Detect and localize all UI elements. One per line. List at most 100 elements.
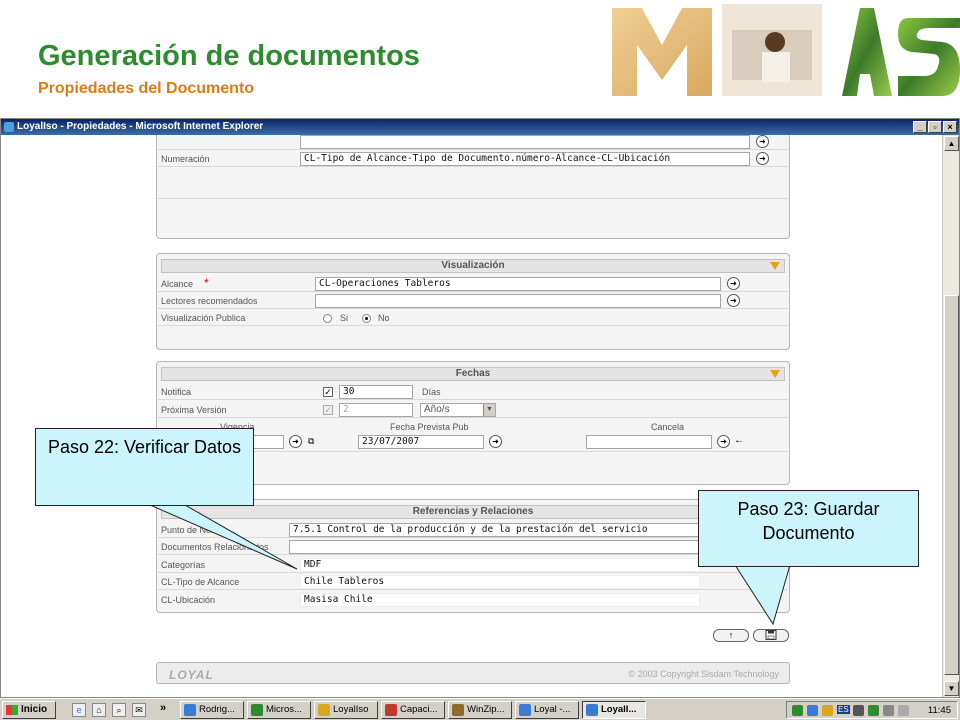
alcance-label: Alcance (161, 279, 194, 289)
notifica-days-field[interactable]: 30 (339, 385, 413, 399)
scroll-down-icon[interactable]: ▼ (944, 681, 959, 696)
outlook-quicklaunch-icon[interactable]: ✉ (132, 703, 146, 717)
task-icon (452, 704, 464, 716)
chevron-more-icon[interactable]: » (160, 702, 166, 714)
collapse-icon[interactable] (770, 262, 780, 270)
lectores-arrow-button[interactable]: ➜ (727, 294, 740, 307)
ie-icon (4, 122, 14, 132)
task-icon (318, 704, 330, 716)
prevista-arrow-button[interactable]: ➜ (489, 435, 502, 448)
numeracion-field[interactable]: CL-Tipo de Alcance-Tipo de Documento.núm… (300, 152, 750, 166)
collapse-icon[interactable] (770, 370, 780, 378)
lectores-field[interactable] (315, 294, 721, 308)
explorer-quicklaunch-icon[interactable]: ⌂ (92, 703, 106, 717)
notifica-checkbox[interactable]: ✓ (323, 387, 333, 397)
vertical-scrollbar[interactable]: ▲ ▼ (942, 135, 959, 697)
referencias-header[interactable]: Referencias y Relaciones (161, 505, 785, 519)
proxima-unit-select[interactable]: Año/s ▼ (420, 403, 496, 417)
ie-quicklaunch-icon[interactable]: e (72, 703, 86, 717)
prevista-field[interactable]: 23/07/2007 (358, 435, 484, 449)
proxima-checkbox[interactable]: ✓ (323, 405, 333, 415)
network-icon[interactable] (792, 705, 803, 716)
prev-field[interactable] (300, 135, 750, 149)
window-titlebar[interactable]: LoyalIso - Propiedades - Microsoft Inter… (1, 119, 959, 135)
cancela-arrow-button[interactable]: ➜ (717, 435, 730, 448)
tools-icon[interactable] (868, 705, 879, 716)
messenger-icon[interactable] (807, 705, 818, 716)
fechas-title: Fechas (455, 368, 491, 379)
row-tipo-alcance: CL-Tipo de Alcance Chile Tableros (158, 574, 788, 590)
row-proxima: Próxima Versión ✓ 2 Año/s ▼ (158, 402, 788, 418)
alcance-arrow-button[interactable]: ➜ (727, 277, 740, 290)
slide-subtitle: Propiedades del Documento (38, 80, 255, 97)
publica-label: Visualización Publica (161, 313, 246, 323)
windows-flag-icon (6, 705, 18, 715)
calendar-icon[interactable]: ⧉ (308, 436, 314, 447)
alcance-field[interactable]: CL-Operaciones Tableros (315, 277, 721, 291)
chevron-down-icon[interactable]: ▼ (483, 404, 495, 416)
taskbar: Inicio e ⌂ ⌕ ✉ » Rodrig... Micros... Loy… (0, 698, 960, 720)
task-icon (251, 704, 263, 716)
maximize-button[interactable]: ▫ (928, 121, 942, 133)
task-button-5[interactable]: WinZip... (448, 701, 512, 719)
minimize-button[interactable]: _ (913, 121, 927, 133)
search-quicklaunch-icon[interactable]: ⌕ (112, 703, 126, 717)
slide-header: Generación de documentos Propiedades del… (0, 0, 960, 118)
callout-step-22: Paso 22: Verificar Datos (35, 428, 254, 506)
task-button-3[interactable]: LoyalIso (314, 701, 378, 719)
task-button-7[interactable]: LoyalI... (582, 701, 646, 719)
categorias-field[interactable]: MDF (300, 558, 700, 572)
punto-field[interactable]: 7.5.1 Control de la producción y de la p… (289, 523, 704, 537)
clock[interactable]: 11:45 (928, 705, 951, 716)
documentos-field[interactable] (289, 540, 704, 554)
save-icon (765, 630, 777, 640)
scroll-up-icon[interactable]: ▲ (944, 136, 959, 151)
ubicacion-label: CL-Ubicación (161, 595, 216, 605)
clear-arrow-icon[interactable]: ← (734, 435, 744, 446)
callout-step-22-text: Paso 22: Verificar Datos (47, 437, 242, 457)
tipo-alcance-field[interactable]: Chile Tableros (300, 575, 700, 589)
proxima-label: Próxima Versión (161, 405, 227, 415)
volume-icon[interactable] (898, 705, 909, 716)
task-button-6[interactable]: Loyal -... (515, 701, 579, 719)
radio-no[interactable] (362, 314, 371, 323)
close-button[interactable]: × (943, 121, 957, 133)
proxima-field[interactable]: 2 (339, 403, 413, 417)
lectores-label: Lectores recomendados (161, 296, 258, 306)
save-button[interactable] (753, 629, 789, 642)
row-punto: Punto de Norma 7.5.1 Control de la produ… (158, 522, 788, 538)
scroll-thumb[interactable] (944, 295, 959, 675)
radio-si-label: Si (340, 313, 349, 323)
vigencia-arrow-button[interactable]: ➜ (289, 435, 302, 448)
start-button[interactable]: Inicio (2, 701, 56, 719)
callout-step-23: Paso 23: Guardar Documento (698, 490, 919, 567)
brand-logo (612, 0, 960, 96)
device-icon[interactable] (883, 705, 894, 716)
task-icon (184, 704, 196, 716)
task-label: Capaci... (400, 704, 438, 715)
scroll-top-button[interactable]: ↑ (713, 629, 749, 642)
task-button-2[interactable]: Micros... (247, 701, 311, 719)
row-empty-1 (158, 175, 788, 191)
col-prevista: Fecha Prevista Pub (390, 422, 469, 432)
language-indicator[interactable]: ES (837, 705, 850, 714)
task-button-1[interactable]: Rodrig... (180, 701, 244, 719)
ubicacion-field[interactable]: Masisa Chile (300, 593, 700, 607)
window-controls: _ ▫ × (913, 121, 957, 133)
prev-arrow-button[interactable]: ➜ (756, 135, 769, 148)
cancela-field[interactable] (586, 435, 712, 449)
row-documentos: Documentos Relacionados (158, 539, 788, 555)
numeracion-arrow-button[interactable]: ➜ (756, 152, 769, 165)
start-label: Inicio (21, 704, 48, 715)
antivirus-icon[interactable] (822, 705, 833, 716)
radio-no-label: No (378, 313, 390, 323)
properties-panel: ➜ Numeración CL-Tipo de Alcance-Tipo de … (156, 135, 790, 239)
tipo-alcance-label: CL-Tipo de Alcance (161, 577, 240, 587)
callout-step-23-text: Paso 23: Guardar Documento (737, 499, 880, 543)
visualizacion-header[interactable]: Visualización (161, 259, 785, 273)
fechas-header[interactable]: Fechas (161, 367, 785, 381)
display-icon[interactable] (853, 705, 864, 716)
radio-si[interactable] (323, 314, 332, 323)
task-button-4[interactable]: Capaci... (381, 701, 445, 719)
task-icon (586, 704, 598, 716)
